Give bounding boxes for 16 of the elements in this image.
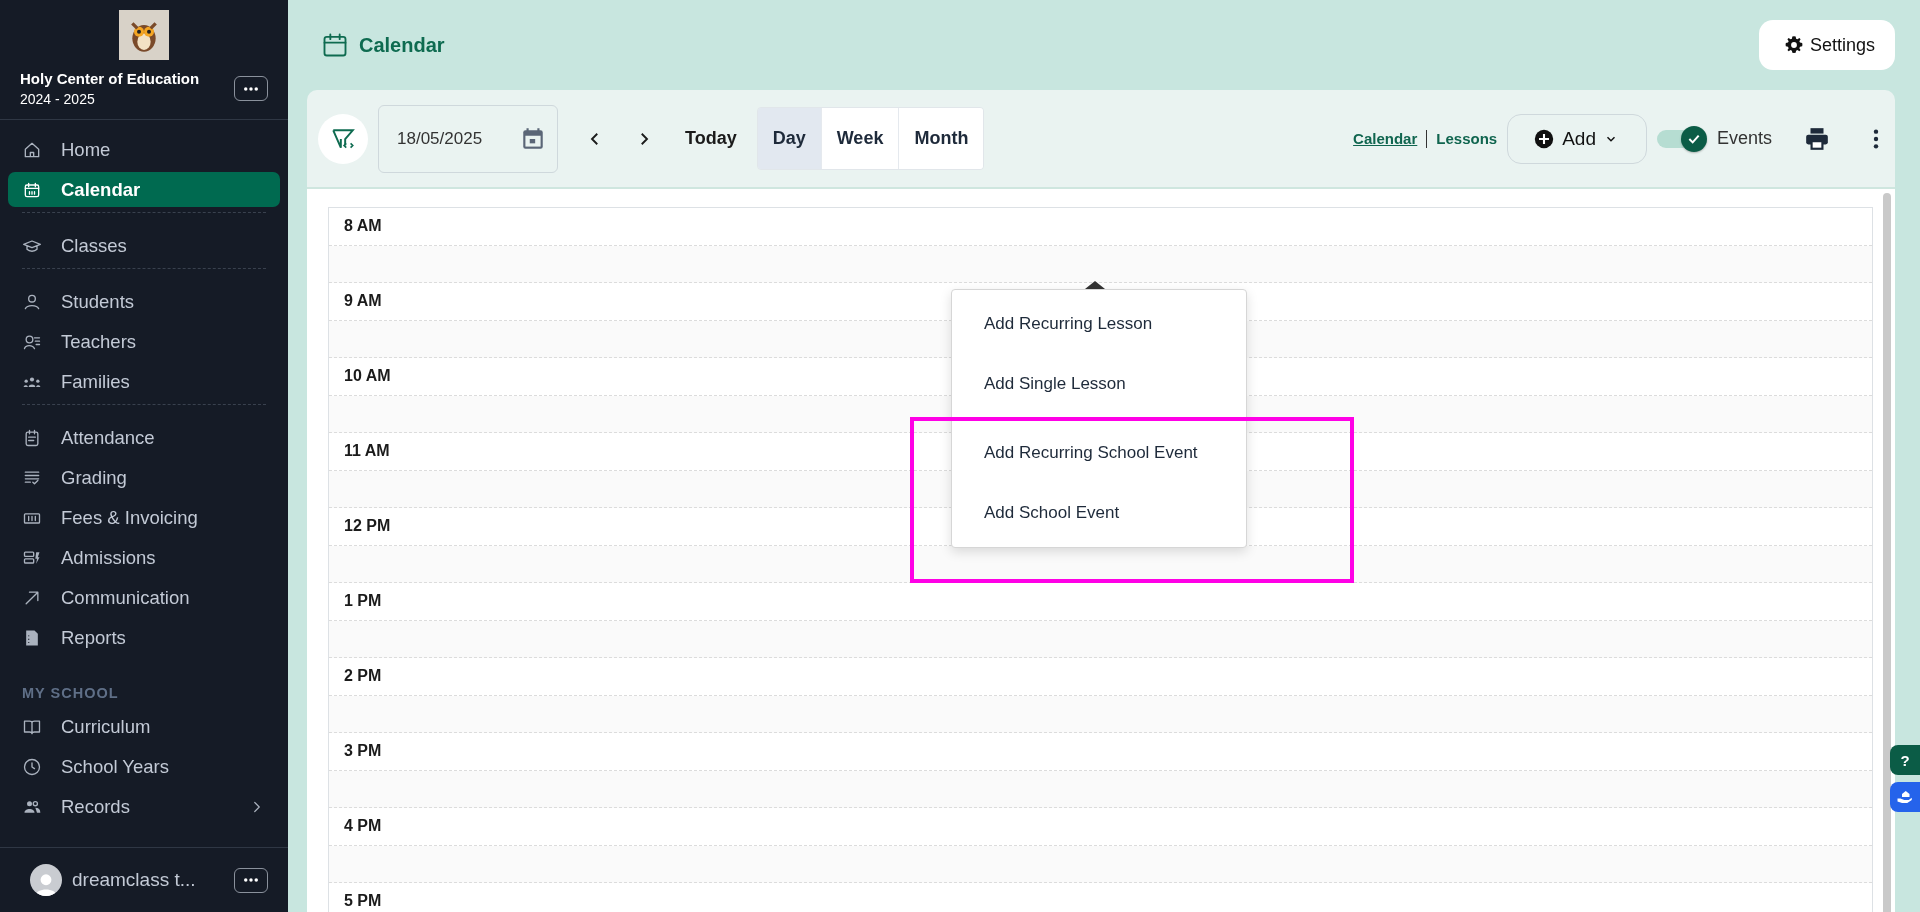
hour-label: 12 PM <box>344 517 391 536</box>
hour-label: 9 AM <box>344 292 382 311</box>
events-label: Events <box>1716 128 1772 149</box>
hour-label: 8 AM <box>344 217 382 236</box>
hour-label: 3 PM <box>344 742 382 761</box>
school-name: Holy Center of Education <box>20 70 200 87</box>
user-name: dreamclass t... <box>72 869 197 891</box>
page-title: Calendar <box>359 33 445 57</box>
hour-label: 11 AM <box>344 442 390 461</box>
hour-label: 10 AM <box>344 367 391 386</box>
hour-label: 2 PM <box>344 667 382 686</box>
hour-label: 5 PM <box>344 892 382 911</box>
hour-label: 4 PM <box>344 817 382 836</box>
school-year: 2024 - 2025 <box>20 91 96 107</box>
hour-label: 1 PM <box>344 592 382 611</box>
section-heading: MY SCHOOL <box>22 685 120 701</box>
